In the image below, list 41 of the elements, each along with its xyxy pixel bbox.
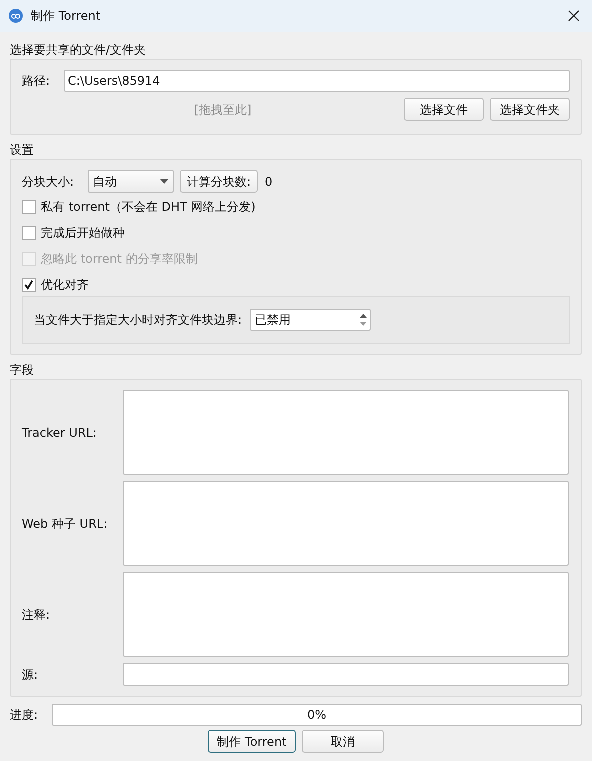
field-label: 源: [22, 666, 40, 684]
text-area[interactable] [123, 390, 569, 475]
checkbox[interactable] [22, 226, 36, 240]
caret-icon [160, 179, 169, 184]
checkbox-label: 完成后开始做种 [41, 225, 125, 242]
text-area[interactable] [123, 481, 569, 566]
field-label: 路径: [22, 73, 52, 90]
spin-value: 已禁用 [254, 312, 292, 329]
text-area[interactable] [123, 572, 569, 657]
progress-label: 进度: [10, 707, 38, 724]
field-label: 注释: [22, 606, 52, 624]
calculate-button[interactable]: 计算分块数: [180, 170, 258, 193]
close-button[interactable] [566, 8, 582, 24]
checkbox[interactable] [22, 200, 36, 214]
dropdown-value: 自动 [93, 174, 118, 190]
input-field[interactable] [123, 663, 569, 686]
progress-text: 0% [306, 707, 328, 724]
drop-hint: [拖拽至此] [194, 102, 252, 118]
spin-box[interactable]: 已禁用 [250, 309, 372, 331]
check-icon [24, 280, 34, 290]
checkbox-label: 私有 torrent（不会在 DHT 网络上分发) [41, 199, 256, 216]
close-icon [568, 10, 580, 22]
browse-button[interactable]: 选择文件 [404, 98, 484, 121]
window-title: 制作 Torrent [31, 8, 101, 25]
checkbox-label: 优化对齐 [41, 277, 89, 294]
dialog-button[interactable]: 取消 [302, 730, 384, 753]
piece-size-dropdown[interactable]: 自动 [88, 170, 174, 193]
browse-button[interactable]: 选择文件夹 [490, 98, 570, 121]
checkbox[interactable] [22, 278, 36, 292]
section-title: 设置 [10, 142, 35, 159]
piece-count: 0 [265, 174, 273, 190]
checkbox-label: 忽略此 torrent 的分享率限制 [41, 251, 198, 268]
section-title: 字段 [10, 362, 35, 379]
field-label: 当文件大于指定大小时对齐文件块边界: [34, 312, 242, 329]
dialog-button[interactable]: 制作 Torrent [208, 730, 296, 753]
field-label: 分块大小: [22, 174, 76, 190]
path-field[interactable]: C:\Users\85914 [64, 70, 570, 92]
section-title: 选择要共享的文件/文件夹 [10, 42, 148, 59]
field-label: Web 种子 URL: [22, 516, 109, 532]
app-icon [9, 9, 23, 23]
field-label: Tracker URL: [22, 424, 98, 442]
